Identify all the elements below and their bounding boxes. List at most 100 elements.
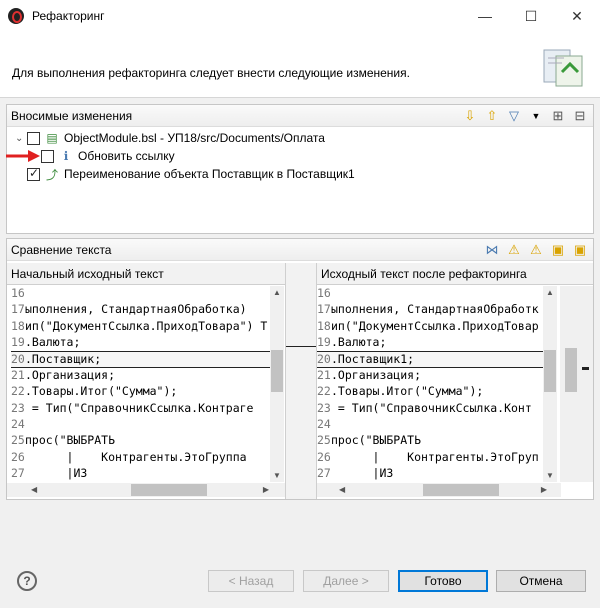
help-icon[interactable]: ? — [17, 571, 37, 591]
checkbox[interactable] — [41, 149, 54, 163]
code-line: 25 прос("ВЫБРАТЬ — [317, 433, 545, 449]
tree-item-label: Переименование объекта Поставщик в Поста… — [64, 167, 355, 181]
line-number: 26 — [11, 449, 25, 464]
code-line: 22 .Товары.Итог("Сумма"); — [11, 384, 273, 400]
left-vertical-scrollbar[interactable]: ▲ ▼ — [270, 286, 284, 482]
title-bar: Рефакторинг — ☐ ✕ — [0, 0, 600, 32]
line-number: 19 — [11, 334, 25, 349]
line-number: 23 — [11, 400, 25, 415]
scroll-thumb[interactable] — [423, 484, 499, 496]
line-number: 27 — [11, 465, 25, 480]
code-line: 20 .Поставщик1; — [317, 351, 545, 369]
finish-button[interactable]: Готово — [398, 570, 488, 592]
right-horizontal-scrollbar[interactable]: ◀ ▶ — [317, 483, 561, 497]
changes-panel-header: Вносимые изменения ⇩ ⇧ ▽ ▼ ⊞ ⊟ — [7, 105, 593, 127]
code-line: 27 |ИЗ — [11, 466, 273, 482]
prev-change-icon[interactable]: ▣ — [571, 241, 589, 259]
swap-panes-icon[interactable]: ⋈ — [483, 241, 501, 259]
next-button[interactable]: Далее > — [303, 570, 389, 592]
line-text: ыполнения, СтандартнаяОбработк — [331, 302, 539, 317]
code-line: 22 .Товары.Итог("Сумма"); — [317, 384, 545, 400]
line-text: .Организация; — [25, 368, 116, 383]
line-text: |ИЗ — [25, 465, 88, 480]
tree-item-label: ObjectModule.bsl - УП18/src/Documents/Оп… — [64, 131, 325, 145]
overview-change-marker — [565, 348, 577, 392]
changes-panel: Вносимые изменения ⇩ ⇧ ▽ ▼ ⊞ ⊟ ⌄ ▤ Objec… — [6, 104, 594, 234]
scroll-thumb[interactable] — [131, 484, 207, 496]
overview-ruler — [560, 286, 593, 482]
overview-change-tick — [582, 367, 589, 370]
line-number: 16 — [317, 286, 331, 300]
compare-label: Сравнение текста — [11, 242, 112, 257]
line-text: | Контрагенты.ЭтоГруппа — [25, 449, 247, 464]
line-number: 20 — [317, 352, 331, 367]
line-number: 18 — [317, 318, 331, 333]
line-number: 25 — [11, 433, 25, 448]
code-line: 26 | Контрагенты.ЭтоГруп — [317, 450, 545, 466]
line-text: | Контрагенты.ЭтоГруп — [331, 449, 539, 464]
code-line: 18 ип("ДокументСсылка.ПриходТовар — [317, 319, 545, 335]
right-code-view[interactable]: 16 17 ыполнения, СтандартнаяОбработк 18 ип("… — [317, 286, 545, 482]
code-line: 24 — [317, 417, 545, 433]
line-number: 25 — [317, 433, 331, 448]
line-number: 22 — [11, 384, 25, 399]
window-title: Рефакторинг — [32, 9, 105, 23]
next-change-icon[interactable]: ▣ — [549, 241, 567, 259]
line-text: ип("ДокументСсылка.ПриходТовара") Т — [25, 318, 268, 333]
tree-item-module[interactable]: ⌄ ▤ ObjectModule.bsl - УП18/src/Document… — [15, 129, 325, 147]
compare-panel: Сравнение текста ⋈ ⚠ ⚠ ▣ ▣ Начальный исх… — [6, 238, 594, 500]
code-line: 27 |ИЗ — [317, 466, 545, 482]
line-text: .Поставщик; — [25, 352, 102, 367]
checkbox-checked[interactable] — [27, 166, 40, 181]
rename-icon: ⤴ — [45, 167, 58, 182]
line-text: .Поставщик1; — [331, 352, 415, 367]
tree-item-rename[interactable]: ⤴ Переименование объекта Поставщик в Пос… — [27, 165, 355, 183]
filter-icon[interactable]: ▽ — [505, 107, 523, 125]
changes-label: Вносимые изменения — [11, 108, 133, 123]
checkbox[interactable] — [27, 131, 40, 145]
left-code-view[interactable]: 16 17 ыполнения, СтандартнаяОбработка) 18 ип… — [11, 286, 273, 482]
scroll-thumb[interactable] — [271, 350, 283, 392]
line-number: 26 — [317, 449, 331, 464]
expand-all-icon[interactable]: ⊞ — [549, 107, 567, 125]
header-description: Для выполнения рефакторинга следует внес… — [12, 66, 410, 80]
dropdown-icon[interactable]: ▼ — [527, 107, 545, 125]
chevron-down-icon[interactable]: ⌄ — [15, 133, 27, 144]
close-button[interactable]: ✕ — [554, 0, 600, 32]
line-text: прос("ВЫБРАТЬ — [25, 433, 116, 448]
code-line: 19 .Валюта; — [11, 335, 273, 351]
line-text: ип("ДокументСсылка.ПриходТовар — [331, 318, 539, 333]
line-text: ыполнения, СтандартнаяОбработка) — [25, 302, 247, 317]
tree-item-label: Обновить ссылку — [78, 149, 175, 163]
line-number: 18 — [11, 318, 25, 333]
scroll-thumb[interactable] — [544, 350, 556, 392]
code-line: 21 .Организация; — [11, 368, 273, 384]
line-number: 17 — [11, 302, 25, 317]
arrow-up-icon[interactable]: ⇧ — [483, 107, 501, 125]
wizard-header: Для выполнения рефакторинга следует внес… — [0, 32, 600, 98]
line-number: 22 — [317, 384, 331, 399]
minimize-button[interactable]: — — [462, 0, 508, 32]
left-horizontal-scrollbar[interactable]: ◀ ▶ — [7, 483, 285, 497]
app-logo-icon — [8, 8, 24, 24]
right-vertical-scrollbar[interactable]: ▲ ▼ — [543, 286, 557, 482]
line-number: 27 — [317, 465, 331, 480]
line-text: = Тип("СправочникСсылка.Конт — [331, 400, 532, 415]
code-line: 16 — [317, 286, 545, 302]
line-number: 19 — [317, 334, 331, 349]
back-button[interactable]: < Назад — [208, 570, 294, 592]
line-number: 20 — [11, 352, 25, 367]
line-text: .Товары.Итог("Сумма"); — [25, 384, 178, 399]
code-line: 16 — [11, 286, 273, 302]
line-text: прос("ВЫБРАТЬ — [331, 433, 422, 448]
arrow-down-icon[interactable]: ⇩ — [461, 107, 479, 125]
prev-diff-icon[interactable]: ⚠ — [527, 241, 545, 259]
next-diff-icon[interactable]: ⚠ — [505, 241, 523, 259]
collapse-all-icon[interactable]: ⊟ — [571, 107, 589, 125]
right-pane-title: Исходный текст после рефакторинга — [317, 263, 593, 285]
maximize-button[interactable]: ☐ — [508, 0, 554, 32]
tree-item-update-link[interactable]: ℹ Обновить ссылку — [41, 147, 175, 165]
code-line: 18 ип("ДокументСсылка.ПриходТовара") Т — [11, 319, 273, 335]
code-line: 21 .Организация; — [317, 368, 545, 384]
cancel-button[interactable]: Отмена — [496, 570, 586, 592]
